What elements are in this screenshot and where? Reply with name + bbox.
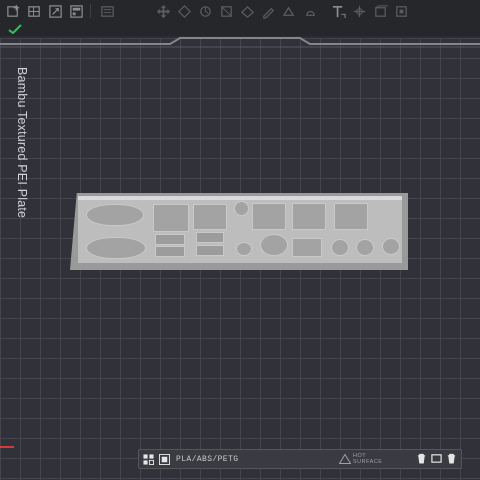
view-icon[interactable] [393,3,409,19]
rotate-icon[interactable] [176,3,192,19]
ethernet-cutout [292,238,322,257]
check-icon[interactable] [8,24,22,34]
usb-cutout [155,246,185,257]
secondary-toolbar [0,22,480,36]
usb-cutout [196,245,224,256]
usb3-stack-cutout [334,203,368,230]
text-icon[interactable] [330,3,346,19]
button-cutout [236,242,252,256]
lock-icon[interactable] [445,452,457,464]
usb-cutout [196,232,224,243]
usb-stack-cutout [153,204,189,232]
scale-icon[interactable] [197,3,213,19]
measure-icon[interactable] [351,3,367,19]
filament-type: PLA/ABS/PETG [176,454,239,464]
plate-frame [0,37,480,48]
model-top-rail [78,196,402,200]
audio-jack-cutout [382,238,400,255]
dvi-port-cutout [86,237,146,259]
surface-label: SURFACE [353,459,383,465]
trash-icon[interactable] [415,452,427,464]
seam-paint-icon[interactable] [281,3,297,19]
arrange-icon[interactable] [68,3,84,19]
usb-stack-cutout [193,204,227,230]
lay-on-face-icon[interactable] [218,3,234,19]
usb-cutout [155,234,185,245]
support-paint-icon[interactable] [260,3,276,19]
add-plate-icon[interactable] [26,3,42,19]
split-icon[interactable] [99,3,115,19]
color-paint-icon[interactable] [302,3,318,19]
audio-jack-cutout [331,239,349,256]
add-object-icon[interactable] [5,3,21,19]
plate-label: Bambu Textured PEI Plate [15,67,29,219]
audio-jack-cutout [356,239,374,256]
top-toolbar [0,0,480,22]
plate-settings-icon[interactable] [430,452,442,464]
warning-icon [339,454,351,464]
cut-icon[interactable] [239,3,255,19]
hdmi-cutout [252,203,286,230]
toolbar-divider [90,4,91,18]
ethernet-cutout [292,203,326,230]
assembly-icon[interactable] [372,3,388,19]
orient-icon[interactable] [47,3,63,19]
plate-status-bar: PLA/ABS/PETG HOT SURFACE [138,449,462,469]
x-axis-indicator [0,446,14,448]
plate-grid-icon[interactable] [142,453,154,465]
button-cutout [234,201,249,216]
hot-surface-warning: HOT SURFACE [339,453,382,465]
move-icon[interactable] [155,3,171,19]
auto-arrange-icon[interactable] [158,453,170,465]
vga-port-cutout [86,204,144,226]
ps2-port-cutout [260,234,288,256]
